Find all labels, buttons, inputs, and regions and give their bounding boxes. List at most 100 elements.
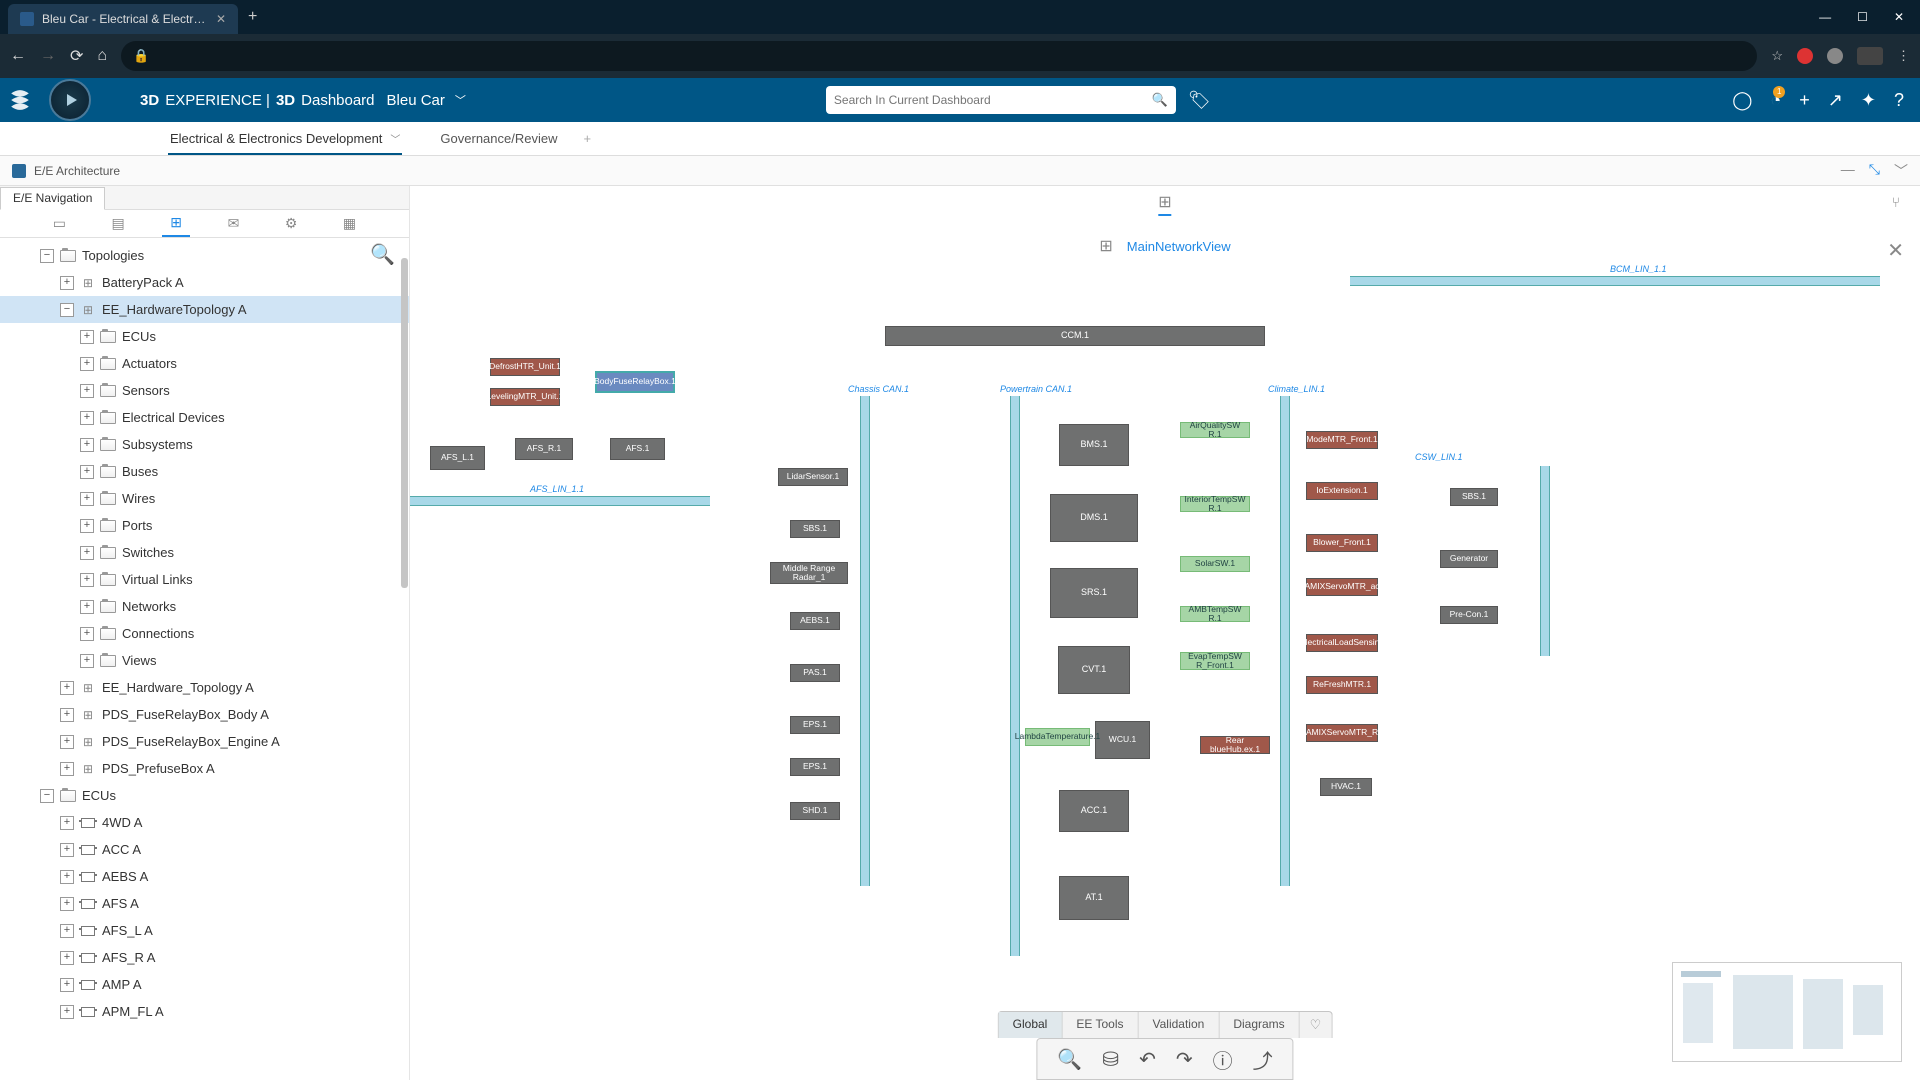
node-bms-big[interactable]: BMS.1 [1059,424,1129,466]
tree-subsystems[interactable]: +Subsystems [0,431,409,458]
dashboard-search[interactable]: 🔍 [826,86,1176,114]
chevron-down-icon[interactable]: ﹀ [390,131,400,146]
panel-minimize-icon[interactable]: — [1841,161,1855,181]
info-icon[interactable]: ⓘ [1213,1045,1233,1074]
node-mode[interactable]: ModeMTR_Front.1 [1306,431,1378,449]
view-chip-icon[interactable]: ⊞ [1158,192,1171,216]
home-button[interactable]: ⌂ [97,47,107,65]
node-eps[interactable]: EPS.1 [790,716,840,734]
tree-topologies[interactable]: −Topologies [0,242,409,269]
node-afs-l[interactable]: AFS_L.1 [430,446,485,470]
node-eps2[interactable]: EPS.1 [790,758,840,776]
bus-chassis-can[interactable] [860,396,870,886]
tree-virtual-links[interactable]: +Virtual Links [0,566,409,593]
dashboard-search-input[interactable] [834,93,1152,107]
bus-csw-lin[interactable] [1540,466,1550,656]
tree-switches[interactable]: +Switches [0,539,409,566]
compass-button[interactable] [40,78,100,122]
node-blower[interactable]: Blower_Front.1 [1306,534,1378,552]
node-ioext[interactable]: IoExtension.1 [1306,482,1378,500]
node-dms-big[interactable]: DMS.1 [1050,494,1138,542]
node-amixservor[interactable]: AMIXServoMTR_R [1306,724,1378,742]
diagram-canvas[interactable]: ⊞ ⑂ ⊞ MainNetworkView ✕ BCM_LIN_1.1 CCM.… [410,186,1920,1080]
node-defrost[interactable]: DefrostHTR_Unit.1 [490,358,560,376]
node-ccm[interactable]: CCM.1 [885,326,1265,346]
forward-button[interactable]: → [40,47,56,65]
bus-afs-lin[interactable] [410,496,710,506]
profile-avatar[interactable] [1857,47,1883,65]
app-title[interactable]: 3DEXPERIENCE | 3DDashboard Bleu Car ﹀ [140,92,466,109]
node-mrr[interactable]: Middle Range Radar_1 [770,562,848,584]
help-icon[interactable]: ? [1894,90,1904,111]
filter-icon[interactable]: ⑂ [1892,194,1900,210]
search-icon[interactable]: 🔍 [1152,92,1168,108]
tree-ecus-root[interactable]: −ECUs [0,782,409,809]
notifications-icon[interactable]: ◔1 [1770,90,1781,111]
tree-pds-prefuse[interactable]: +⊞PDS_PrefuseBox A [0,755,409,782]
node-afs[interactable]: AFS.1 [610,438,665,460]
window-close-icon[interactable]: ✕ [1894,10,1904,24]
panel-restore-icon[interactable]: ⤡ [1869,161,1880,181]
tree-ecus[interactable]: +ECUs [0,323,409,350]
sidebar-tab-navigation[interactable]: E/E Navigation [0,187,105,210]
node-sbs2[interactable]: SBS.1 [1450,488,1498,506]
node-generator[interactable]: Generator [1440,550,1498,568]
node-leveling[interactable]: LevelingMTR_Unit.1 [490,388,560,406]
bus-climate-lin[interactable] [1280,396,1290,886]
address-bar[interactable]: 🔒 [121,41,1757,71]
database-icon[interactable]: ⛁ [1102,1047,1119,1072]
node-hvac[interactable]: HVAC.1 [1320,778,1372,796]
tree-afs[interactable]: +AFS A [0,890,409,917]
tree-amp[interactable]: +AMP A [0,971,409,998]
view-image-icon[interactable]: ▤ [104,211,133,236]
tree-connections[interactable]: +Connections [0,620,409,647]
export-icon[interactable]: ⤴ [1253,1045,1273,1074]
node-cvt-big[interactable]: CVT.1 [1058,646,1130,694]
tree-buses[interactable]: +Buses [0,458,409,485]
node-amixservo[interactable]: AMIXServoMTR_ac [1306,578,1378,596]
menu-icon[interactable]: ⋮ [1897,48,1910,64]
tab-diagrams[interactable]: Diagrams [1219,1012,1299,1038]
tree-pds-body[interactable]: +⊞PDS_FuseRelayBox_Body A [0,701,409,728]
view-topology-icon[interactable]: ⊞ [162,210,190,237]
tab-ee-development[interactable]: Electrical & Electronics Development ﹀ [150,122,420,155]
add-icon[interactable]: + [1799,90,1810,111]
node-at-big[interactable]: AT.1 [1059,876,1129,920]
extension-2-icon[interactable] [1827,48,1843,64]
minimap[interactable] [1672,962,1902,1062]
node-precon[interactable]: Pre-Con.1 [1440,606,1498,624]
zoom-icon[interactable]: 🔍 [1057,1047,1082,1072]
window-maximize-icon[interactable]: ☐ [1857,10,1868,24]
node-intemp[interactable]: InteriorTempSW R.1 [1180,496,1250,512]
tree-elec-devices[interactable]: +Electrical Devices [0,404,409,431]
share-icon[interactable]: ↗ [1828,90,1843,111]
tree-search-icon[interactable]: 🔍 [370,242,395,267]
node-pas[interactable]: PAS.1 [790,664,840,682]
tree-apm-fl[interactable]: +APM_FL A [0,998,409,1025]
tree-aebs[interactable]: +AEBS A [0,863,409,890]
node-body-fuse[interactable]: BodyFuseRelayBox.1 [595,371,675,393]
redo-icon[interactable]: ↷ [1176,1047,1193,1072]
node-wcu[interactable]: WCU.1 [1095,721,1150,759]
node-evaptemp[interactable]: EvapTempSW R_Front.1 [1180,652,1250,670]
tab-close-icon[interactable]: ✕ [216,12,226,26]
view-settings-icon[interactable]: ⚙ [277,211,306,236]
bus-powertrain-can[interactable] [1010,396,1020,956]
add-tab-button[interactable]: + [583,131,591,146]
tree-actuators[interactable]: +Actuators [0,350,409,377]
tab-global[interactable]: Global [999,1012,1063,1038]
panel-menu-icon[interactable]: ﹀ [1894,161,1908,181]
tab-validation[interactable]: Validation [1138,1012,1219,1038]
tree-afsr[interactable]: +AFS_R A [0,944,409,971]
undo-icon[interactable]: ↶ [1139,1047,1156,1072]
ds-logo[interactable] [0,89,40,111]
node-acc-big[interactable]: ACC.1 [1059,790,1129,832]
favorite-icon[interactable]: ♡ [1300,1012,1332,1038]
browser-tab[interactable]: Bleu Car - Electrical & Electronics ✕ [8,4,238,34]
tree-afsl[interactable]: +AFS_L A [0,917,409,944]
tree-pds-engine[interactable]: +⊞PDS_FuseRelayBox_Engine A [0,728,409,755]
tree-views[interactable]: +Views [0,647,409,674]
tab-eetools[interactable]: EE Tools [1062,1012,1138,1038]
node-sbs[interactable]: SBS.1 [790,520,840,538]
diagram-area[interactable]: BCM_LIN_1.1 CCM.1 DefrostHTR_Unit.1 Leve… [410,256,1920,1020]
